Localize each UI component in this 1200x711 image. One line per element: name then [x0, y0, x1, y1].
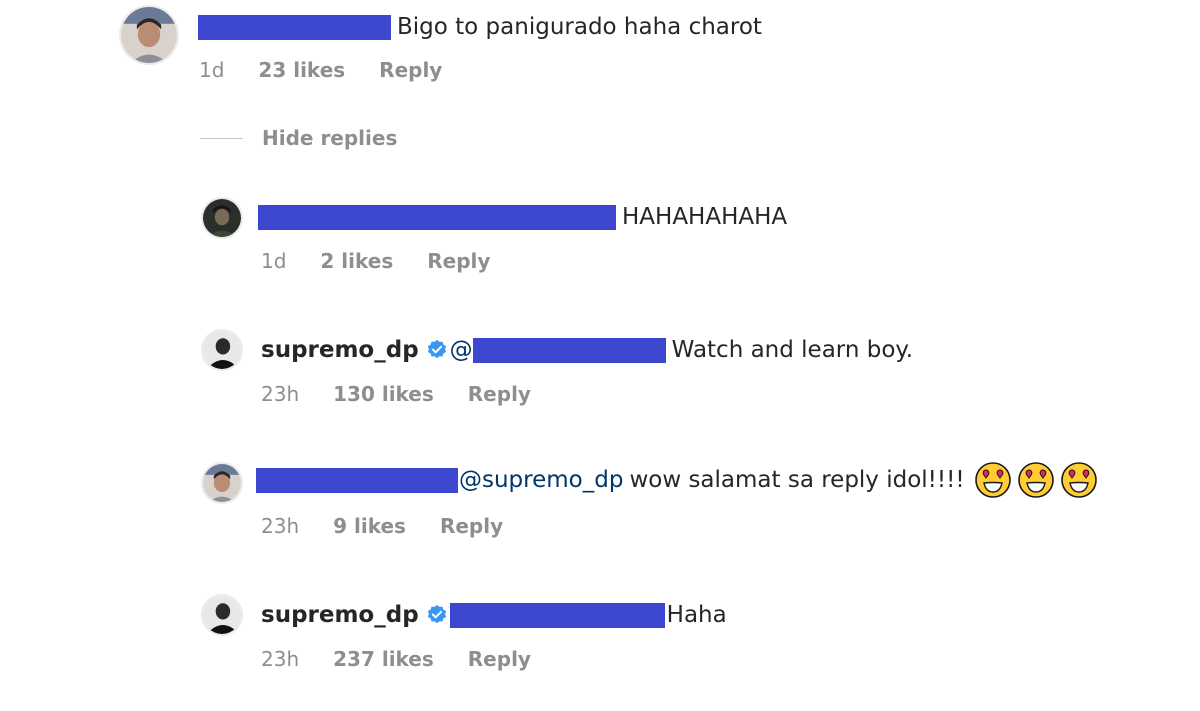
- avatar[interactable]: [201, 462, 243, 504]
- comment-text: HAHAHAHAHA: [622, 204, 788, 230]
- comment-meta: 1d 2 likes Reply: [261, 249, 490, 273]
- user-avatar-photo-icon: [203, 464, 241, 502]
- likes-count[interactable]: 9 likes: [333, 514, 406, 538]
- likes-count[interactable]: 2 likes: [320, 249, 393, 273]
- comment-username[interactable]: supremo_dp: [261, 602, 419, 628]
- reply-item: supremo_dp @ Watch and learn boy. 23h 13…: [0, 327, 1200, 427]
- comment-meta: 1d 23 likes Reply: [199, 58, 442, 82]
- comment-line: supremo_dp @ Watch and learn boy.: [261, 335, 913, 365]
- heart-eyes-emoji-icon: [1017, 462, 1054, 498]
- likes-count[interactable]: 23 likes: [258, 58, 345, 82]
- user-avatar-photo-icon: [203, 596, 241, 634]
- verified-badge-icon: [426, 604, 448, 626]
- comment-item: Bigo to panigurado haha charot 1d 23 lik…: [0, 0, 1200, 100]
- redacted-username: [256, 467, 458, 493]
- avatar[interactable]: [201, 197, 243, 239]
- comment-time[interactable]: 23h: [261, 514, 299, 538]
- reply-button[interactable]: Reply: [427, 249, 490, 273]
- reply-button[interactable]: Reply: [440, 514, 503, 538]
- comment-meta: 23h 9 likes Reply: [261, 514, 503, 538]
- mention-link[interactable]: @supremo_dp: [459, 467, 623, 493]
- comment-line: @supremo_dp wow salamat sa reply idol!!!…: [256, 462, 1104, 498]
- comment-username[interactable]: supremo_dp: [261, 337, 419, 363]
- comment-line: HAHAHAHAHA: [258, 202, 787, 232]
- avatar[interactable]: [201, 594, 243, 636]
- comment-text: Watch and learn boy.: [671, 337, 914, 363]
- redacted-mention: [472, 337, 666, 363]
- reply-button[interactable]: Reply: [468, 647, 531, 671]
- hide-replies-button[interactable]: Hide replies: [200, 126, 397, 150]
- emoji-group: [974, 462, 1104, 498]
- comment-time[interactable]: 23h: [261, 647, 299, 671]
- comment-line: Bigo to panigurado haha charot: [198, 12, 762, 42]
- comment-line: supremo_dp Haha: [261, 600, 727, 630]
- hide-replies-label: Hide replies: [262, 126, 398, 150]
- avatar[interactable]: [119, 5, 179, 65]
- redacted-username: [258, 204, 616, 230]
- reply-button[interactable]: Reply: [468, 382, 531, 406]
- redacted-mention: [449, 602, 665, 628]
- likes-count[interactable]: 237 likes: [333, 647, 434, 671]
- comment-text: wow salamat sa reply idol!!!!: [629, 467, 965, 493]
- user-avatar-photo-icon: [203, 331, 241, 369]
- likes-count[interactable]: 130 likes: [333, 382, 434, 406]
- divider: [200, 137, 243, 139]
- comment-text: Haha: [666, 602, 727, 628]
- comment-time[interactable]: 1d: [199, 58, 224, 82]
- reply-item: supremo_dp Haha 23h 237 likes Reply: [0, 592, 1200, 692]
- redacted-username: [198, 14, 391, 40]
- avatar[interactable]: [201, 329, 243, 371]
- reply-button[interactable]: Reply: [379, 58, 442, 82]
- heart-eyes-emoji-icon: [1060, 462, 1097, 498]
- verified-badge-icon: [426, 339, 448, 361]
- mention-prefix: @: [449, 337, 473, 363]
- reply-item: @supremo_dp wow salamat sa reply idol!!!…: [0, 460, 1200, 560]
- comment-time[interactable]: 1d: [261, 249, 286, 273]
- comment-meta: 23h 130 likes Reply: [261, 382, 531, 406]
- user-avatar-photo-icon: [203, 199, 241, 237]
- user-avatar-photo-icon: [121, 7, 177, 63]
- comment-time[interactable]: 23h: [261, 382, 299, 406]
- comment-text: Bigo to panigurado haha charot: [397, 14, 762, 40]
- comment-meta: 23h 237 likes Reply: [261, 647, 531, 671]
- heart-eyes-emoji-icon: [974, 462, 1011, 498]
- reply-item: HAHAHAHAHA 1d 2 likes Reply: [0, 195, 1200, 295]
